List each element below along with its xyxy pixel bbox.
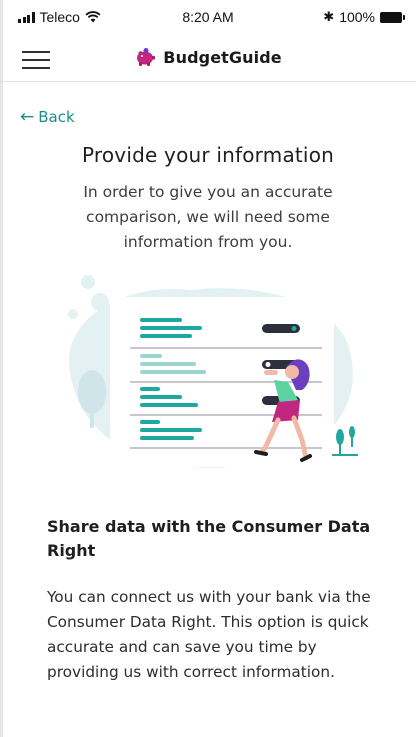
app-screen: Teleco 8:20 AM ✱ 100% BudgetGuide ← Back… [0,0,416,737]
battery-icon [380,11,405,23]
brand-name: BudgetGuide [163,47,282,67]
brand: BudgetGuide [0,47,416,67]
person-sorting-data-illustration [68,275,358,468]
section-body: You can connect us with your bank via th… [47,588,371,681]
piggy-bank-icon [137,48,156,66]
back-link[interactable]: ← Back [20,107,75,127]
status-right: ✱ 100% [323,9,405,25]
battery-percent: 100% [339,9,375,25]
back-arrow-icon: ← [20,107,35,127]
status-bar: Teleco 8:20 AM ✱ 100% [0,0,416,36]
bluetooth-icon: ✱ [323,9,335,24]
back-label: Back [38,108,75,126]
edge-divider [0,0,3,737]
section-title: Share data with the Consumer Data Right [47,517,371,560]
intro-text: In order to give you an accurate compari… [83,183,333,251]
page-title: Provide your information [81,143,335,167]
top-navbar: BudgetGuide [0,36,416,82]
